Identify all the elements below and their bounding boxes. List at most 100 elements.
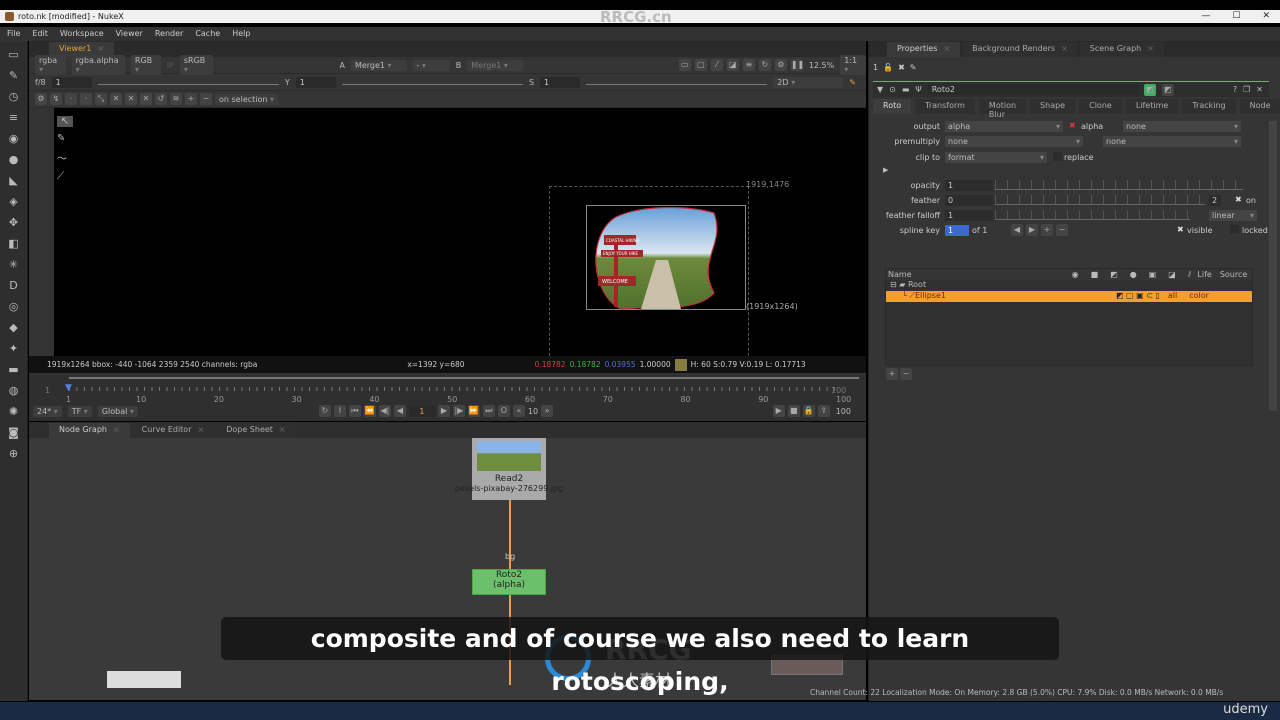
in-icon[interactable]: I [333,405,346,417]
other-icon[interactable]: ▬ [7,363,21,377]
close-panel-icon[interactable]: ✕ [1256,85,1263,94]
feather-falloff-field[interactable]: 1 [945,210,993,221]
frame-field[interactable]: 1 [408,405,435,417]
color-icon[interactable]: ◉ [7,132,21,146]
clip-icon[interactable]: ▢ [694,59,707,71]
feather-falloff-slider[interactable] [995,210,1190,220]
remove-key-icon[interactable]: − [200,93,212,105]
tool-6-icon[interactable]: ✕ [125,93,137,105]
gear-icon[interactable]: ⚙ [774,59,787,71]
saturation-field[interactable]: 1 [540,76,581,88]
feather-slider[interactable] [995,195,1205,205]
color-1-icon[interactable]: ◩ [1143,83,1156,96]
feather-field[interactable]: 0 [945,195,993,206]
menu-file[interactable]: File [7,27,20,41]
lut-select[interactable]: sRGB [179,55,214,75]
spline-key-field[interactable]: 1 [945,225,969,236]
lock-icon[interactable]: 🔒 [802,405,815,417]
feather-on-checkbox[interactable]: ✖ [1235,195,1242,204]
toolsets-icon[interactable]: ✦ [7,342,21,356]
time-icon[interactable]: ◷ [7,90,21,104]
cara-icon[interactable]: ◙ [7,426,21,440]
wrench-icon[interactable]: Ψ [915,85,921,94]
replace-checkbox[interactable] [1053,152,1062,161]
menu-cache[interactable]: Cache [195,27,220,41]
expand-arrow-icon[interactable]: ▶ [883,166,888,174]
viewer-canvas[interactable]: ↖ ✎ 〜 ⟋ 1919,1476 (1919x1264) COASTAL HI… [54,108,866,366]
display-select[interactable]: RGB [130,55,161,75]
help-icon[interactable]: ? [1233,85,1237,94]
maximize-button[interactable]: ☐ [1232,10,1240,23]
roi-icon[interactable]: ▭ [678,59,691,71]
last-frame-icon[interactable]: ⏭ [482,405,495,417]
channel-icon[interactable]: ≡ [7,111,21,125]
playhead-icon[interactable]: ▼ [65,383,72,393]
tool-8-icon[interactable]: ↺ [155,93,167,105]
add-key-icon[interactable]: + [1041,224,1053,236]
tab-properties[interactable]: Properties × [887,42,961,57]
opacity-field[interactable]: 1 [945,180,993,191]
premultiply-other-select[interactable]: none [1103,136,1241,147]
pause-icon[interactable]: ❚❚ [790,59,804,71]
globe-icon[interactable]: ⊕ [7,447,21,461]
ip-button[interactable]: IP [167,61,174,70]
flipbook-icon[interactable]: ▶ [772,405,785,417]
gain-field[interactable]: 1 [51,76,92,88]
color-2-icon[interactable]: ◩ [1161,83,1174,96]
prev-key-icon[interactable]: ◀ [1011,224,1023,236]
subtab-transform[interactable]: Transform [915,99,975,114]
tool-2-icon[interactable]: · [65,93,77,105]
subtab-motion-blur[interactable]: Motion Blur [978,99,1027,119]
output-select[interactable]: alpha [945,121,1063,132]
filter-icon[interactable]: ● [7,153,21,167]
node-name-field[interactable]: Roto2 [927,84,1138,95]
pencil-icon[interactable]: ✎ [910,63,917,72]
menu-render[interactable]: Render [155,27,183,41]
out-field[interactable]: 100 [836,407,851,416]
draw-icon[interactable]: ✎ [7,69,21,83]
list-icon[interactable]: ≡ [742,59,755,71]
max-panels-field[interactable]: 1 [873,63,878,72]
visible-checkbox[interactable]: ✖ [1177,225,1184,234]
properties-scrollbar[interactable] [1269,121,1277,411]
stripes-icon[interactable]: ⁄ [710,59,723,71]
keyer-icon[interactable]: ◣ [7,174,21,188]
tool-4-icon[interactable]: ⤡ [95,93,107,105]
tf-select[interactable]: TF [67,405,92,417]
prev-frame-icon[interactable]: ◀| [378,405,391,417]
export-icon[interactable]: ⇪ [817,405,830,417]
tab-background-renders[interactable]: Background Renders × [962,42,1078,57]
falloff-mode-select[interactable]: linear [1209,210,1257,221]
alpha-select[interactable]: rgba.alpha [71,55,125,75]
float-icon[interactable]: ❐ [1243,85,1250,94]
minimize-button[interactable]: — [1201,10,1210,23]
next-key-icon[interactable]: ⏩ [467,405,480,417]
bezier-tool-icon[interactable]: 〜 [57,150,73,165]
remove-shape-button[interactable]: − [900,368,912,380]
add-key-icon[interactable]: + [185,93,197,105]
fps-select[interactable]: 24* [33,405,62,417]
menu-help[interactable]: Help [232,27,250,41]
deep-icon[interactable]: D [7,279,21,293]
close-button[interactable]: ✕ [1262,10,1270,23]
subtab-roto[interactable]: Roto [873,99,912,114]
play-icon[interactable]: ▶ [437,405,450,417]
subtab-lifetime[interactable]: Lifetime [1125,99,1179,114]
subtab-clone[interactable]: Clone [1079,99,1122,114]
shape-row-root[interactable]: ⊟ ▰ Root [886,280,1252,291]
paint-icon[interactable]: ✎ [849,78,856,87]
premultiply-select[interactable]: none [945,136,1083,147]
select-tool-icon[interactable]: ↖ [57,116,73,127]
collapse-icon[interactable]: ▼ [877,85,883,94]
step-back-icon[interactable]: « [512,405,525,417]
settings-icon[interactable]: ⚙ [35,93,47,105]
menu-workspace[interactable]: Workspace [60,27,104,41]
subtab-shape[interactable]: Shape [1030,99,1076,114]
refresh-icon[interactable]: ↻ [758,59,771,71]
stop-icon[interactable]: ■ [787,405,800,417]
next-key-icon[interactable]: ▶ [1026,224,1038,236]
gamma-slider[interactable] [341,79,523,85]
play-back-icon[interactable]: ◀ [393,405,406,417]
lock-icon[interactable]: 🔓 [883,63,893,72]
saturation-slider[interactable] [586,79,768,85]
